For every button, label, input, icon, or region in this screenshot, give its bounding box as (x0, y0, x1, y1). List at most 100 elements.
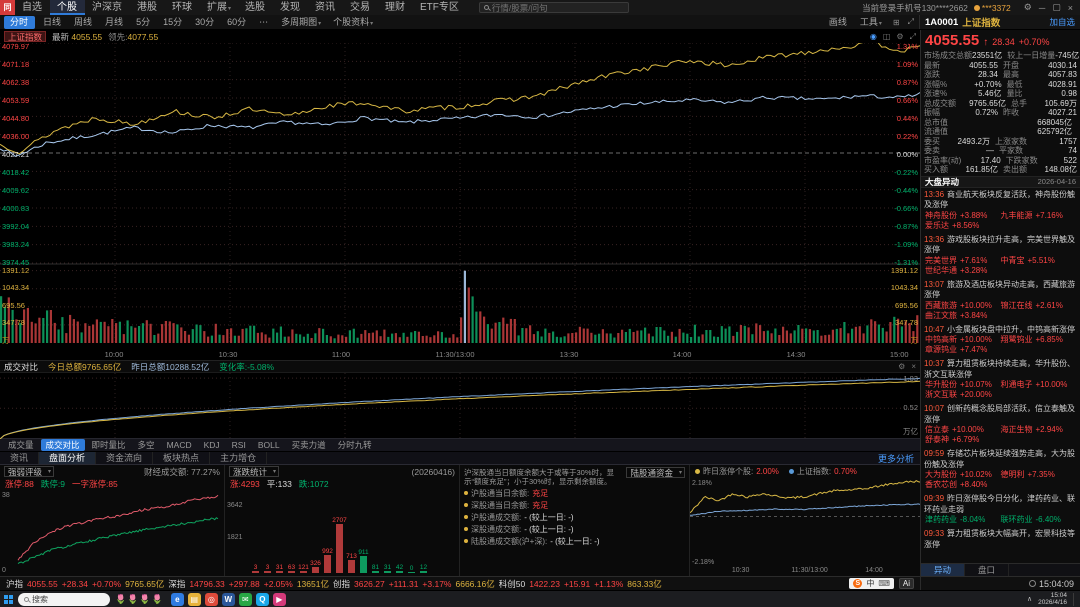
add-watchlist-button[interactable]: 加自选 (1049, 16, 1075, 28)
menu-item[interactable]: 发现 (273, 0, 308, 15)
ime-bar[interactable]: S 中 ⌨ (849, 578, 894, 589)
app-logo-icon[interactable]: 同 (0, 0, 15, 15)
strength-rating-dropdown[interactable]: 强弱评级 (4, 466, 55, 477)
taskbar-app-icon[interactable]: Q (255, 592, 269, 606)
maximize-icon[interactable]: ▢ (1052, 2, 1061, 13)
indicator-tab[interactable]: KDJ (199, 440, 225, 450)
market-alert-item[interactable]: 10:47 小金属板块盘中拉升，中钨高新涨停 中钨高新 +10.00% 翔鹭钨业 +6… (921, 323, 1080, 358)
account-badge[interactable]: ***3372 (973, 3, 1011, 13)
alert-stock[interactable]: 翔鹭钨业 +6.85% (1001, 335, 1077, 345)
alert-stock[interactable]: 章源钨业 +7.47% (925, 345, 1001, 355)
limitup-chart[interactable]: 2.18% -2.18% 10:30 11:30/13:00 14:00 (690, 478, 920, 576)
menu-item[interactable]: ETF专区 (413, 0, 467, 15)
taskbar-app-icon[interactable]: ◎ (204, 592, 218, 606)
market-alert-item[interactable]: 13:07 旅游及酒店板块异动走高，西藏旅游涨停 西藏旅游 +10.00% 锦江在线… (921, 278, 1080, 323)
close-icon[interactable]: × (911, 362, 916, 371)
indicator-tab[interactable]: 买卖力道 (287, 439, 331, 451)
period-tab[interactable]: 60分 (221, 16, 253, 29)
period-tab[interactable]: 多周期图▾ (275, 16, 327, 29)
gear-icon[interactable]: ⚙ (898, 362, 905, 371)
toolbar-tool-button[interactable]: 画线 (823, 16, 854, 29)
turnover-compare-chart[interactable]: 1.03 0.52 万亿 (0, 372, 920, 439)
indicator-tab[interactable]: 即时量比 (87, 439, 131, 451)
quote-panel-tab[interactable]: 盘口 (965, 564, 1010, 576)
indicator-tab[interactable]: BOLL (253, 440, 285, 450)
alert-stock[interactable]: 华升股份 +10.07% (925, 380, 1001, 390)
taskbar-app-icon[interactable]: ▶ (272, 592, 286, 606)
alert-stock[interactable]: 中青宝 +5.51% (1001, 256, 1077, 266)
period-tab[interactable]: 5分 (130, 16, 157, 29)
start-button[interactable] (4, 594, 13, 604)
updown-bar-chart[interactable]: 3642 1821 3 3 31 63 121 326 992 2707 713 911 81 31 4… (225, 490, 459, 576)
indicator-tab[interactable]: 分时九转 (333, 439, 377, 451)
northbound-dropdown[interactable]: 陆股通资金 (626, 467, 685, 478)
period-tab[interactable]: ⋯ (253, 16, 275, 29)
menu-item[interactable]: 扩展▾ (200, 0, 238, 15)
taskbar-app-icon[interactable]: ▤ (187, 592, 201, 606)
alert-stock[interactable]: 舒泰神 +6.79% (925, 435, 1001, 445)
gear-icon[interactable]: ⚙ (896, 32, 903, 42)
alert-stock[interactable]: 神舟股份 +3.88% (925, 211, 1001, 221)
index-quote[interactable]: 深指 14796.33 +297.88 +2.05% 13651亿 (168, 578, 333, 590)
alert-stock[interactable]: 海正生物 +2.94% (1001, 425, 1077, 435)
index-quote[interactable]: 沪指 4055.55 +28.34 +0.70% 9765.65亿 (6, 578, 168, 590)
menu-item[interactable]: 选股 (238, 0, 273, 15)
expand-icon[interactable]: ⤢ (905, 17, 917, 27)
market-alert-item[interactable]: 13:36 游戏股板块拉升走高，完美世界触及涨停 完美世界 +7.61% 中青宝 +5… (921, 233, 1080, 278)
period-tab[interactable]: 周线 (68, 16, 99, 29)
widget-flower-icons[interactable]: 🌷🌷🌷🌷 (115, 594, 164, 605)
period-tab[interactable]: 月线 (99, 16, 130, 29)
indicator-tab[interactable]: 成交量 (3, 439, 39, 451)
intraday-chart[interactable]: 4079.97 4071.18 4062.38 4053.59 4044.80 4036.… (0, 43, 920, 349)
alert-stock[interactable]: 津药药业 -8.04% (925, 515, 1001, 525)
keyboard-icon[interactable]: ⌨ (878, 579, 890, 588)
strength-chart[interactable]: 38 0 (0, 490, 224, 576)
ai-assistant-button[interactable]: Ai (898, 578, 914, 589)
taskbar-app-icon[interactable]: ✉ (238, 592, 252, 606)
fullscreen-icon[interactable]: ⤢ (910, 32, 916, 42)
grid-layout-icon[interactable]: ⊞ (890, 18, 903, 27)
index-quote[interactable]: 科创50 1422.23 +15.91 +1.13% 863.33亿 (499, 578, 666, 590)
minimize-icon[interactable]: ─ (1039, 3, 1045, 13)
market-alert-item[interactable]: 09:39 昨日涨停股今日分化，津药药业、联环药业走弱 津药药业 -8.04% 联环… (921, 492, 1080, 527)
ime-mode[interactable]: 中 (866, 578, 874, 589)
settings-gear-icon[interactable]: ⚙ (1024, 2, 1032, 13)
alert-stock[interactable]: 中钨高新 +10.00% (925, 335, 1001, 345)
close-icon[interactable]: × (1068, 3, 1073, 13)
market-alert-item[interactable]: 13:36 商业航天板块反复活跃，神舟股份触及涨停 神舟股份 +3.88% 九丰能源… (921, 188, 1080, 233)
alert-stock[interactable]: 信立泰 +10.00% (925, 425, 1001, 435)
alert-stock[interactable]: 大为股份 +10.02% (925, 470, 1001, 480)
menu-item[interactable]: 资讯 (308, 0, 343, 15)
analysis-tab[interactable]: 板块热点 (153, 452, 211, 464)
indicator-tab[interactable]: RSI (227, 440, 251, 450)
period-tab[interactable]: 30分 (189, 16, 221, 29)
alert-stock[interactable]: 香农芯创 +8.40% (925, 480, 1001, 490)
alert-stock[interactable]: 世纪华通 +3.28% (925, 266, 1001, 276)
menu-item[interactable]: 环球 (165, 0, 200, 15)
taskbar-search[interactable]: 搜索 (18, 592, 110, 606)
camera-icon[interactable]: ◫ (883, 32, 891, 42)
indicator-tab[interactable]: MACD (162, 440, 197, 450)
taskbar-app-icon[interactable]: e (170, 592, 184, 606)
analysis-tab[interactable]: 资讯 (0, 452, 40, 464)
taskbar-clock[interactable]: 15:04 2026/4/16 (1038, 592, 1067, 606)
analysis-tab[interactable]: 盘面分析 (39, 452, 97, 464)
tray-chevron-icon[interactable]: ∧ (1027, 595, 1032, 603)
menu-item[interactable]: 个股 (50, 0, 85, 15)
alert-stock[interactable]: 德明利 +7.35% (1001, 470, 1077, 480)
market-alert-item[interactable]: 10:07 创新药概念股局部活跃，信立泰触及涨停 信立泰 +10.00% 海正生物 +… (921, 402, 1080, 447)
alert-stock[interactable]: 九丰能源 +7.16% (1001, 211, 1077, 221)
indicator-tab[interactable]: 成交对比 (40, 439, 85, 451)
updown-dropdown[interactable]: 涨跌统计 (229, 466, 280, 477)
index-quote[interactable]: 创指 3626.27 +111.31 +3.17% 6666.16亿 (333, 578, 499, 590)
alert-stock[interactable]: 爱乐达 +8.56% (925, 221, 1001, 231)
market-alert-item[interactable]: 09:33 算力租赁板块大幅高开，宏景科技等涨停 (921, 527, 1080, 552)
search-input[interactable] (491, 2, 624, 13)
period-tab[interactable]: 个股资料▾ (327, 16, 379, 29)
menu-item[interactable]: 交易 (343, 0, 378, 15)
alert-stock[interactable]: 西藏旅游 +10.00% (925, 301, 1001, 311)
taskbar-app-icon[interactable]: W (221, 592, 235, 606)
menu-item[interactable]: 自选 (15, 0, 50, 15)
period-tab[interactable]: 日线 (37, 16, 68, 29)
alert-stock[interactable]: 锦江在线 +2.61% (1001, 301, 1077, 311)
